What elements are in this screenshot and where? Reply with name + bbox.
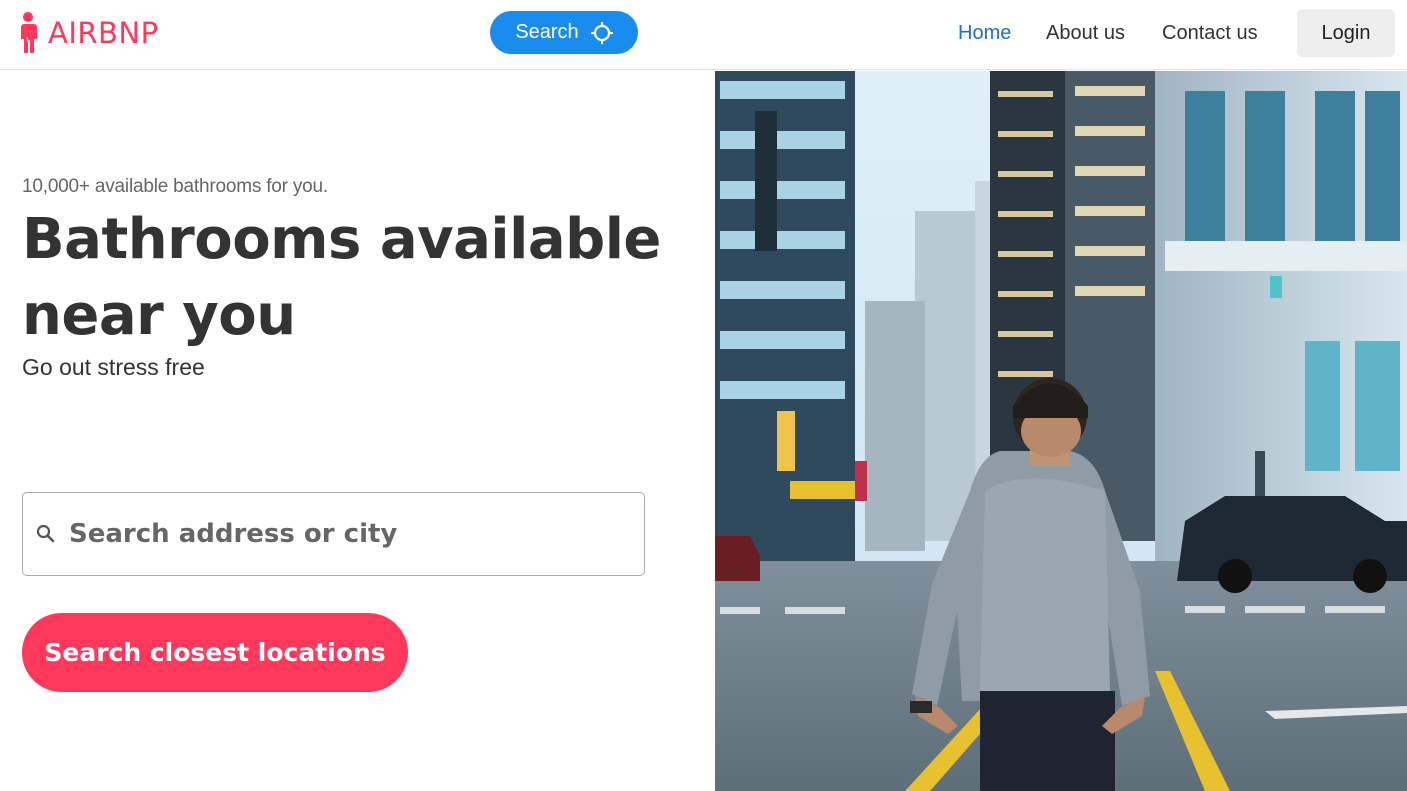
hero-tagline: 10,000+ available bathrooms for you.: [22, 176, 328, 197]
nav-link-about[interactable]: About us: [1046, 22, 1125, 45]
brand-name: AIRBNP: [48, 16, 159, 50]
person-standing-icon: [21, 12, 37, 53]
top-navbar: AIRBNP Search Home About us Contact us L…: [0, 0, 1407, 70]
hero-photo: [715, 71, 1407, 791]
address-search-input[interactable]: [69, 519, 629, 549]
header-search-button[interactable]: Search: [490, 11, 638, 54]
nav-link-contact[interactable]: Contact us: [1162, 22, 1258, 45]
search-closest-button[interactable]: Search closest locations: [22, 613, 408, 692]
nav-link-home[interactable]: Home: [958, 22, 1011, 45]
nav-item-about: About us: [1046, 0, 1125, 66]
nav-item-home: Home: [958, 0, 1011, 66]
header-search-label: Search: [515, 21, 579, 43]
hero-headline-line2: near you: [22, 283, 296, 348]
crosshair-icon: [590, 21, 613, 44]
search-icon: [36, 524, 55, 543]
login-button[interactable]: Login: [1297, 9, 1395, 57]
hero-subhead: Go out stress free: [22, 354, 205, 380]
brand-logo[interactable]: AIRBNP: [18, 11, 159, 55]
city-street-illustration: [715, 71, 1407, 791]
hero-headline-line1: Bathrooms available: [22, 207, 661, 272]
hero-headline: Bathrooms available near you: [22, 202, 702, 354]
address-search-box: [22, 492, 645, 576]
nav-item-contact: Contact us: [1162, 0, 1258, 66]
